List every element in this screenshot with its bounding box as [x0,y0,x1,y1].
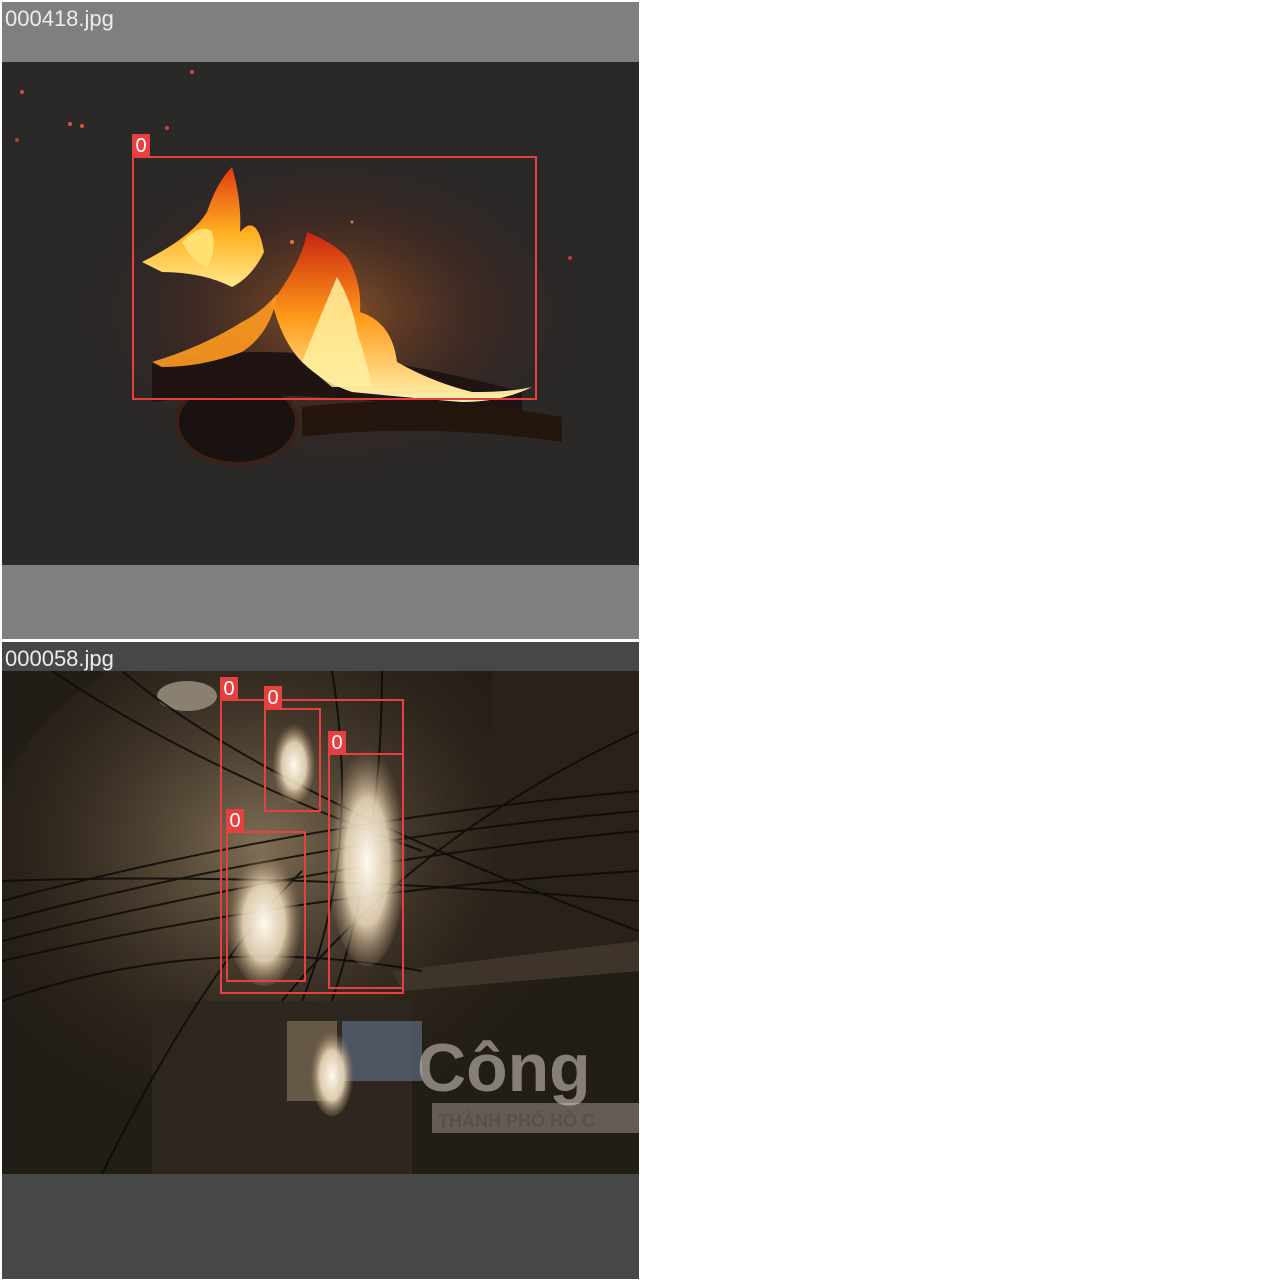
detection-class-label: 0 [226,809,244,833]
detection-class-label: 0 [328,731,346,755]
detection-box: 0 [328,731,404,989]
detection-class-label: 0 [220,677,238,701]
tile-filename: 000058.jpg [5,646,114,671]
watermark-logo-text: Công [417,1030,591,1106]
detection-box: 0 [264,686,321,812]
detection-box: 0 [132,134,537,400]
tile-filename: 000418.jpg [5,6,114,31]
image-tile-1: 000418.jpg 0 [2,2,639,639]
detection-class-label: 0 [264,686,282,710]
detection-class-label: 0 [132,134,150,158]
image-tile-2: 000058.jpg Công THÀNH PHỐ HỒ C 0 0 0 0 [2,642,639,1279]
watermark-subtext: THÀNH PHỐ HỒ C [438,1110,595,1131]
detection-box: 0 [226,809,306,982]
